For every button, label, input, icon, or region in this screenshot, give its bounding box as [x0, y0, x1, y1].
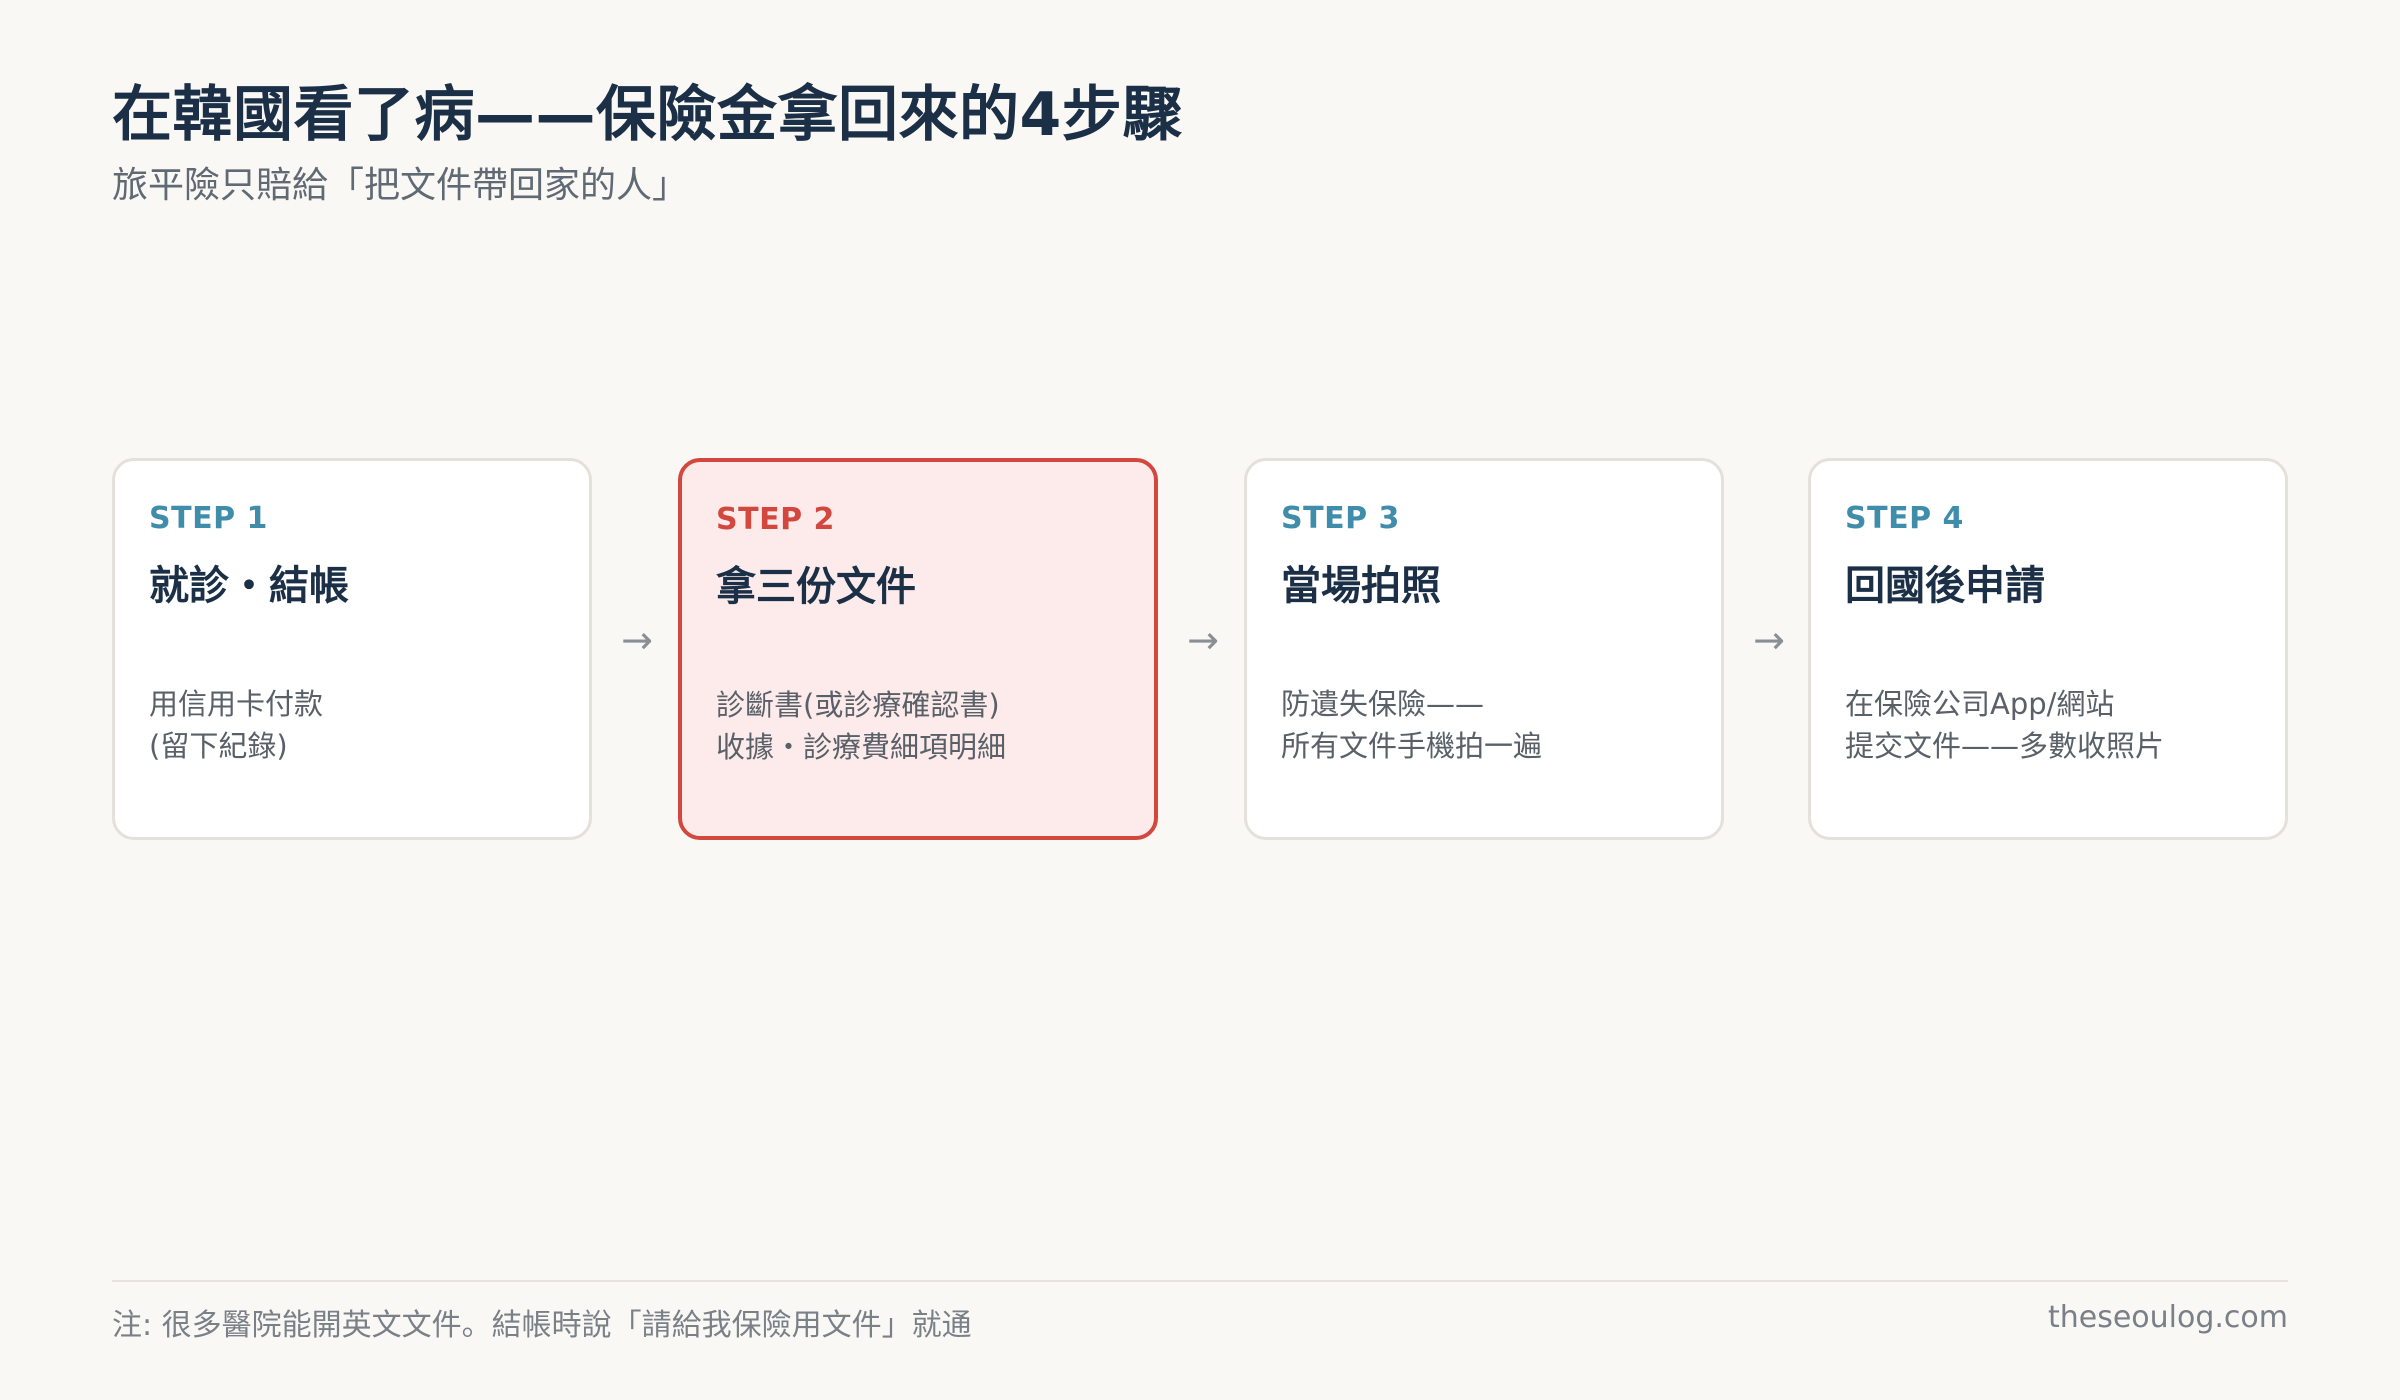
step-description-line: 提交文件——多數收照片 [1845, 729, 2165, 763]
footer-note: 注: 很多醫院能開英文文件。結帳時說「請給我保險用文件」就通 [112, 1308, 972, 1343]
step-description-line: 收據・診療費細項明細 [716, 730, 1007, 764]
step-card-1: STEP 1 就診・結帳 用信用卡付款 (留下紀錄) [112, 458, 592, 840]
steps-flow: STEP 1 就診・結帳 用信用卡付款 (留下紀錄) → STEP 2 拿三份文… [112, 458, 2288, 840]
step-title: 回國後申請 [1845, 563, 2045, 609]
step-label: STEP 4 [1845, 501, 1964, 536]
step-description: 診斷書(或診療確認書) 收據・診療費細項明細 [716, 684, 1006, 768]
step-title: 拿三份文件 [716, 564, 916, 610]
arrow-right-icon: → [1753, 618, 1785, 662]
step-description: 防遺失保險—— 所有文件手機拍一遍 [1281, 683, 1542, 767]
step-description-line: 所有文件手機拍一遍 [1281, 729, 1543, 763]
step-description: 用信用卡付款 (留下紀錄) [149, 683, 323, 767]
page-title: 在韓國看了病——保險金拿回來的4步驟 [112, 80, 1183, 150]
footer-site-credit: theseoulog.com [2047, 1300, 2288, 1335]
page-subtitle: 旅平險只賠給「把文件帶回家的人」 [112, 165, 689, 206]
step-description-line: 診斷書(或診療確認書) [716, 688, 1000, 722]
step-title: 就診・結帳 [149, 563, 349, 609]
arrow-right-icon: → [1187, 618, 1219, 662]
footer-divider [112, 1280, 2288, 1282]
step-description-line: 在保險公司App/網站 [1845, 687, 2115, 721]
step-label: STEP 1 [149, 501, 268, 536]
step-description: 在保險公司App/網站 提交文件——多數收照片 [1845, 683, 2164, 767]
step-description-line: 用信用卡付款 [149, 687, 324, 721]
step-card-2: STEP 2 拿三份文件 診斷書(或診療確認書) 收據・診療費細項明細 [678, 458, 1158, 840]
step-title: 當場拍照 [1281, 563, 1441, 609]
arrow-right-icon: → [621, 618, 653, 662]
step-description-line: (留下紀錄) [149, 729, 288, 763]
step-card-4: STEP 4 回國後申請 在保險公司App/網站 提交文件——多數收照片 [1808, 458, 2288, 840]
step-description-line: 防遺失保險—— [1281, 687, 1485, 721]
step-card-3: STEP 3 當場拍照 防遺失保險—— 所有文件手機拍一遍 [1244, 458, 1724, 840]
step-label: STEP 3 [1281, 501, 1400, 536]
step-label: STEP 2 [716, 502, 835, 537]
